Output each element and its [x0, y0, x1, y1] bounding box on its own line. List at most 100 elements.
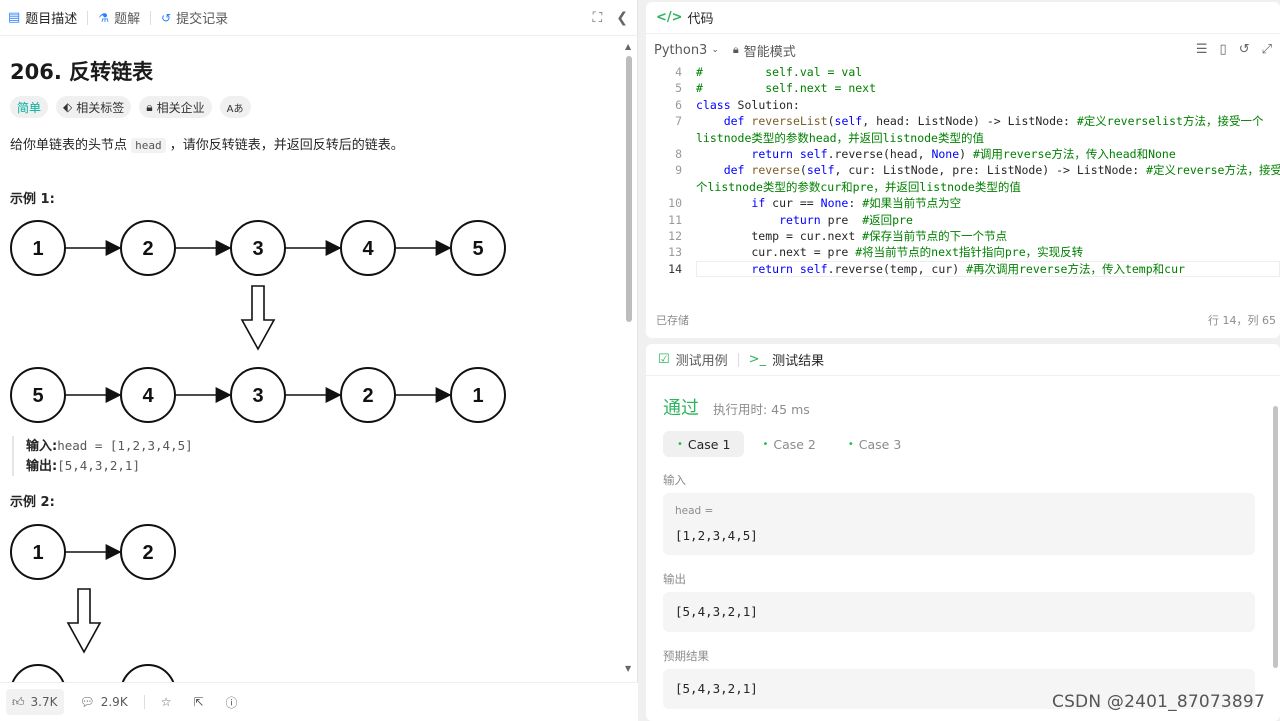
expected-section-label: 预期结果 — [663, 649, 709, 663]
code-text: cur.next = pre #将当前节点的next指针指向pre，实现反转 — [696, 245, 1084, 260]
watermark: CSDN @2401_87073897 — [1052, 692, 1265, 712]
example1-diagram: 1 2 3 4 5 5 4 3 2 1 — [10, 220, 506, 423]
scroll-down-icon[interactable]: ▼ — [625, 664, 631, 673]
code-line[interactable]: 5 # self.next = next — [646, 80, 1280, 96]
editor-status-bar: 已存储 行 14，列 65 — [656, 312, 1276, 328]
format-icon[interactable]: ☰ — [1196, 42, 1208, 57]
collapse-icon[interactable]: ❮ — [616, 10, 628, 26]
code-text: if cur == None: #如果当前节点为空 — [751, 196, 962, 211]
smart-mode-label: 智能模式 — [743, 44, 796, 60]
pass-dot-icon: • — [847, 438, 854, 450]
share-button[interactable]: ⇱ — [187, 689, 209, 715]
divider — [87, 10, 89, 25]
problem-footer: 👍︎ 3.7K 💬︎ 2.9K ☆ ⇱ ⓘ — [0, 682, 638, 721]
case-tab-2[interactable]: • Case 2 — [748, 431, 829, 457]
scrollbar-thumb[interactable] — [1273, 406, 1278, 668]
line-number: 8 — [675, 146, 682, 161]
input-var-name: head = — [675, 505, 714, 517]
reset-icon[interactable]: ↺ — [1239, 42, 1250, 57]
like-button[interactable]: 👍︎ 3.7K — [6, 689, 64, 715]
code-line[interactable]: listnode类型的参数head，并返回listnode类型的值 — [646, 130, 1280, 146]
fullscreen-icon[interactable]: ⛶ — [592, 10, 602, 26]
comments-button[interactable]: 💬︎ 2.9K — [74, 689, 134, 715]
tab-description[interactable]: ▤ 题目描述 — [8, 0, 87, 36]
scrollbar[interactable]: ▲ ▼ — [624, 42, 634, 684]
down-arrow-icon — [66, 588, 102, 654]
code-toolbar: Python3 ⌄ 🔒︎ 智能模式 ☰ ▯ ↺ ⤢ — [646, 36, 1280, 64]
code-line[interactable]: 9 def reverse(self, cur: ListNode, pre: … — [646, 162, 1280, 178]
language-select[interactable]: Python3 ⌄ — [654, 43, 719, 58]
code-line[interactable]: 4 # self.val = val — [646, 64, 1280, 80]
expand-icon[interactable]: ⤢ — [1262, 42, 1272, 57]
input-label: 输入: — [26, 439, 58, 454]
star-icon: ☆ — [160, 695, 172, 709]
tab-solutions[interactable]: ⚗ 题解 — [98, 0, 150, 36]
input-value: [1,2,3,4,5] — [675, 528, 758, 543]
code-line[interactable]: 13 cur.next = pre #将当前节点的next指针指向pre，实现反… — [646, 244, 1280, 260]
case-label: Case 1 — [687, 436, 731, 452]
case-label: Case 3 — [858, 436, 902, 452]
line-number: 6 — [675, 97, 682, 112]
case-tab-1[interactable]: • Case 1 — [663, 431, 745, 457]
runtime-text: 执行用时: 45 ms — [713, 402, 810, 417]
translate-button[interactable]: Aあ — [219, 96, 251, 118]
related-tags-button[interactable]: ⬖ 相关标签 — [56, 96, 132, 118]
expected-value: [5,4,3,2,1] — [675, 681, 758, 696]
output-section-label: 输出 — [663, 572, 686, 586]
line-number: 7 — [675, 114, 682, 129]
scrollbar[interactable] — [1272, 384, 1280, 714]
scrollbar-thumb[interactable] — [626, 56, 632, 322]
thumbs-up-icon: 👍︎ — [12, 694, 25, 709]
checkbox-icon: ☑ — [658, 352, 670, 367]
list-node-label: 1 — [472, 385, 483, 407]
list-node-partial — [121, 664, 175, 682]
output-box: [5,4,3,2,1] — [663, 592, 1255, 632]
smart-mode-toggle[interactable]: 🔒︎ 智能模式 — [733, 41, 796, 60]
code-text: 个listnode类型的参数cur和pre，并返回listnode类型的值 — [696, 179, 1021, 194]
list-node-label: 1 — [32, 542, 43, 564]
description-code: head — [131, 138, 166, 153]
list-node-label: 4 — [362, 238, 374, 260]
code-line[interactable]: 11 return pre #返回pre — [646, 212, 1280, 228]
tab-submissions[interactable]: ↺ 提交记录 — [161, 0, 238, 36]
code-line[interactable]: 8 return self.reverse(head, None) #调用rev… — [646, 146, 1280, 162]
code-text: return self.reverse(head, None) #调用rever… — [751, 146, 1176, 161]
code-line[interactable]: 6 class Solution: — [646, 97, 1280, 113]
lock-icon: 🔒︎ — [732, 43, 739, 56]
comment-icon: 💬︎ — [79, 695, 95, 709]
favorite-button[interactable]: ☆ — [155, 689, 178, 715]
down-arrow-icon — [240, 285, 276, 351]
example2-title: 示例 2: — [10, 495, 55, 510]
code-editor[interactable]: 4 # self.val = val 5 # self.next = next 6 cla… — [646, 64, 1280, 284]
problem-description: 给你单链表的头节点 head ，请你反转链表，并返回反转后的链表。 — [10, 134, 404, 153]
code-line[interactable]: 个listnode类型的参数cur和pre，并返回listnode类型的值 — [646, 179, 1280, 195]
pass-dot-icon: • — [762, 438, 769, 450]
input-value: head = [1,2,3,4,5] — [57, 438, 193, 453]
help-icon: ⓘ — [225, 695, 238, 710]
bookmark-icon[interactable]: ▯ — [1220, 42, 1227, 57]
list-node-label: 1 — [32, 238, 43, 260]
history-icon: ↺ — [161, 10, 172, 25]
help-button[interactable]: ⓘ — [220, 689, 244, 715]
case-label: Case 2 — [773, 436, 816, 452]
code-line[interactable]: 12 temp = cur.next #保存当前节点的下一个节点 — [646, 228, 1280, 244]
case-tabs: • Case 1 • Case 2 • Case 3 — [663, 431, 915, 457]
code-line[interactable]: 14 return self.reverse(temp, cur) #再次调用r… — [646, 260, 1280, 278]
code-line[interactable]: 10 if cur == None: #如果当前节点为空 — [646, 195, 1280, 211]
code-line[interactable]: 7 def reverseList(self, head: ListNode) … — [646, 113, 1280, 129]
case-tab-3[interactable]: • Case 3 — [834, 431, 915, 457]
example2-diagram: 12 — [10, 524, 176, 682]
problem-panel: ▤ 题目描述 ⚗ 题解 ↺ 提交记录 ⛶ ❮ 206. 反转链表 简单 ⬖ 相关标… — [0, 0, 638, 721]
tab-test-results[interactable]: 测试结果 — [772, 350, 824, 369]
list-node-label: 3 — [252, 238, 263, 260]
scroll-up-icon[interactable]: ▲ — [625, 42, 631, 51]
list-node-label: 2 — [362, 385, 373, 407]
code-text: def reverse(self, cur: ListNode, pre: Li… — [723, 163, 1280, 178]
companies-button[interactable]: 🔒︎ 相关企业 — [139, 96, 212, 118]
tab-test-cases[interactable]: 测试用例 — [676, 350, 728, 369]
list-node-label: 5 — [32, 385, 43, 407]
input-box: head = [1,2,3,4,5] — [663, 493, 1255, 555]
code-header: </> 代码 — [646, 2, 1280, 34]
description-text: ，请你反转链表，并返回反转后的链表。 — [169, 138, 404, 153]
difficulty-badge[interactable]: 简单 — [10, 96, 49, 118]
